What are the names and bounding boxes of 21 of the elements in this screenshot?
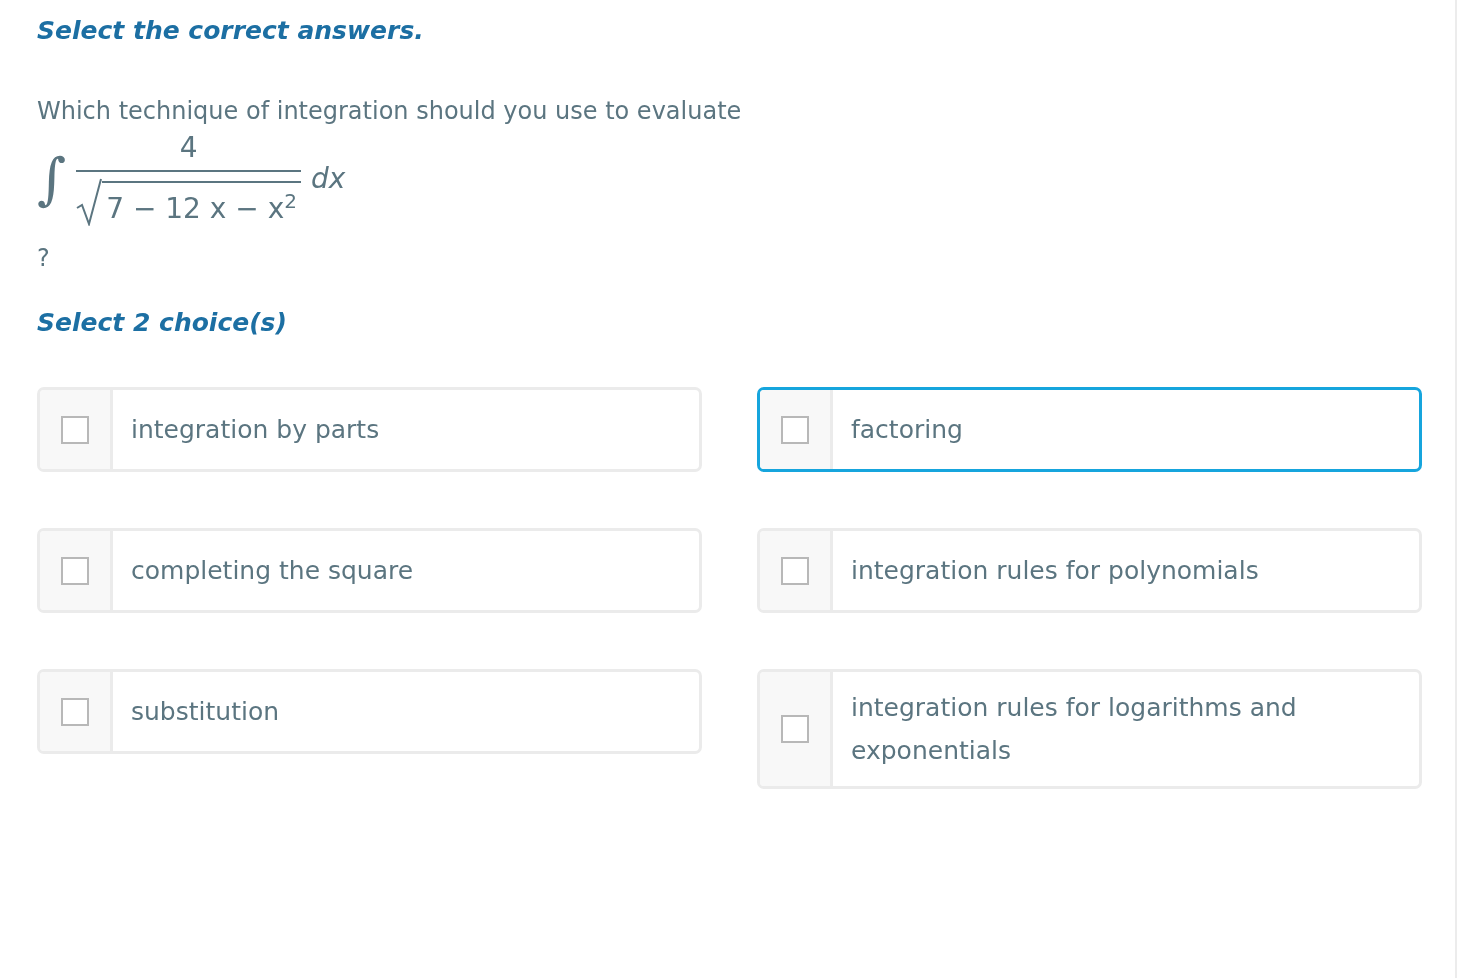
answer-choice[interactable]: integration rules for logarithms and exponentials [757, 669, 1422, 789]
checkbox[interactable] [61, 556, 89, 585]
choice-prompt: Select 2 choice(s) [37, 308, 288, 337]
checkbox[interactable] [781, 556, 809, 585]
checkbox[interactable] [61, 697, 89, 726]
numerator: 4 [179, 131, 198, 166]
answer-choice[interactable]: integration rules for polynomials [757, 528, 1422, 613]
instruction-heading: Select the correct answers. [37, 16, 425, 45]
question-text: Which technique of integration should you use to evaluate [37, 97, 743, 125]
answer-choice[interactable]: factoring [757, 387, 1422, 472]
checkbox[interactable] [781, 415, 809, 444]
checkbox[interactable] [61, 415, 89, 444]
radicand: 7 − 12 x − x$^{2}$ [102, 181, 301, 226]
differential: dx [310, 162, 346, 195]
answer-choice[interactable]: integration by parts [37, 387, 702, 472]
integral-sign: ∫ [37, 150, 67, 207]
question-mark: ? [37, 244, 51, 272]
answer-choice[interactable]: substitution [37, 669, 702, 754]
answer-choice[interactable]: completing the square [37, 528, 702, 613]
checkbox[interactable] [781, 715, 809, 743]
radical-sign [76, 178, 103, 226]
